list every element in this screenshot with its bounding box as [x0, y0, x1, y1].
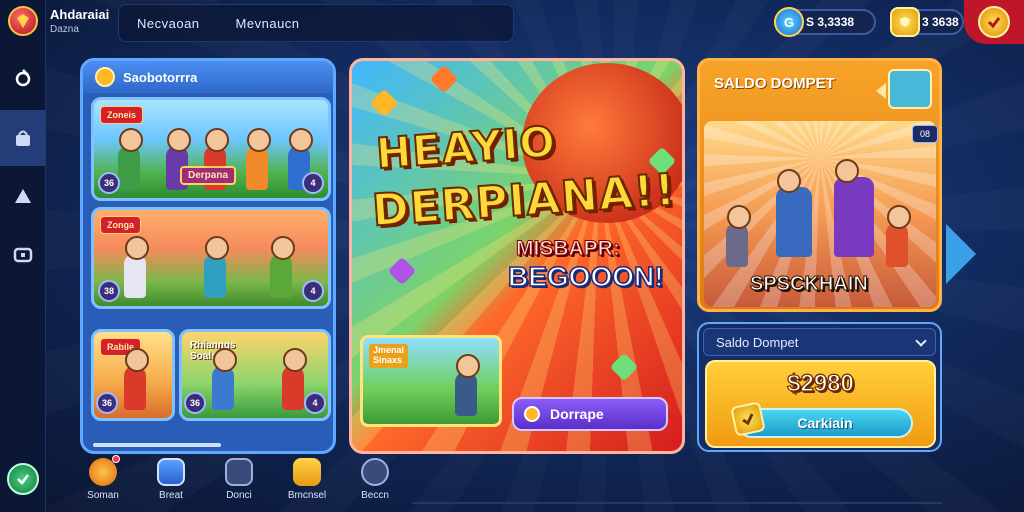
bottom-nav: Soman Breat Donci Bmcnsel Beccn — [76, 455, 402, 510]
notification-dot — [112, 455, 120, 463]
blue-coin-icon: G — [774, 7, 804, 37]
gold-shield-icon — [890, 7, 920, 37]
character-figure — [270, 236, 295, 298]
featured-title: SALDO DOMPET — [714, 75, 835, 92]
wallet-select[interactable]: Saldo Dompet — [703, 328, 936, 356]
card-tag: Zonga — [100, 216, 141, 234]
currency-gold-value: 3 3638 — [922, 15, 959, 29]
character-figure — [118, 128, 143, 190]
banner-cta-button[interactable]: Dorrape — [512, 397, 668, 431]
character-figure — [886, 205, 911, 267]
game-card-2[interactable]: Zonga 38 4 — [91, 207, 331, 309]
brand-title: Ahdaraiai — [50, 7, 110, 22]
character-figure — [282, 348, 307, 410]
card-badge-right: 4 — [302, 172, 324, 194]
mini-card-label: Jmenai Sinaxs — [369, 344, 409, 368]
game-card-4[interactable]: Rhianngs Soalsi 36 4 — [179, 329, 331, 421]
checkmark-icon[interactable] — [978, 6, 1010, 38]
brand-subtitle: Dazna — [50, 24, 79, 35]
currency-gems[interactable]: G S 3,3338 — [774, 7, 876, 37]
character-figure — [124, 348, 149, 410]
hat-icon[interactable] — [0, 168, 46, 224]
check-shield-icon — [730, 401, 766, 437]
check-badge-icon[interactable] — [7, 463, 39, 495]
gift-icon[interactable] — [0, 110, 46, 166]
card-badge-left: 38 — [98, 280, 120, 302]
bottom-nav-item-2[interactable]: Breat — [144, 458, 198, 510]
character-figure — [455, 354, 480, 416]
wallet-amount: $2980 — [787, 369, 855, 397]
banner-sub-line1: MISBAPR: — [516, 237, 621, 261]
wallet-balance-box: $2980 Carkiain — [705, 360, 936, 448]
wallet-button-label: Carkiain — [797, 415, 853, 431]
character-figure — [212, 348, 237, 410]
chest-icon[interactable] — [0, 226, 46, 282]
brand: Ahdaraiai Dazna — [50, 8, 109, 35]
card-label: Derpana — [180, 166, 237, 185]
featured-badge: 08 — [912, 125, 938, 143]
trophy-icon — [89, 455, 120, 486]
cart-icon — [225, 458, 253, 486]
top-nav: Necvaoan Mevnaucn — [118, 4, 514, 42]
character-figure — [726, 205, 751, 267]
bottom-nav-label: Donci — [226, 490, 252, 501]
game-lobby-screen: Ahdaraiai Dazna Necvaoan Mevnaucn G S 3,… — [0, 0, 1024, 512]
divider — [412, 502, 942, 504]
panel-scrollbar[interactable] — [93, 443, 221, 447]
game-list-panel: Saobotorrra Zoneis Derpana 36 4 Zonga 38… — [80, 58, 336, 454]
banner-mini-card[interactable]: Jmenai Sinaxs — [360, 335, 502, 427]
cta-label: Dorrape — [550, 406, 604, 422]
coin-icon — [95, 67, 115, 87]
profile-icon — [361, 458, 389, 486]
chevron-down-icon — [915, 335, 927, 347]
panel-title: Saobotorrra — [123, 69, 198, 85]
character-figure — [204, 236, 229, 298]
banner-sub-line2: BEGOOON! — [507, 260, 664, 293]
card-badge-left: 36 — [98, 172, 120, 194]
promo-banner[interactable]: HEAYIO DERPIANA!! MISBAPR: BEGOOON! Jmen… — [349, 58, 685, 454]
featured-label: SPSCKHAIN — [750, 273, 869, 296]
character-figure — [776, 169, 812, 257]
bottom-nav-item-5[interactable]: Beccn — [348, 458, 402, 510]
card-badge-left: 36 — [96, 392, 118, 414]
wallet-select-label: Saldo Dompet — [716, 334, 799, 350]
gem-icon — [524, 406, 540, 422]
bottom-nav-label: Breat — [159, 490, 183, 501]
nav-item-2[interactable]: Mevnaucn — [236, 16, 300, 31]
bottom-nav-label: Bmcnsel — [287, 490, 327, 501]
bag-icon — [293, 458, 321, 486]
currency-gems-value: S 3,3338 — [806, 15, 855, 29]
bottom-nav-label: Beccn — [361, 490, 389, 501]
card-tag: Zoneis — [100, 106, 144, 124]
arrow-left-icon[interactable] — [876, 83, 886, 99]
bottom-nav-item-1[interactable]: Soman — [76, 455, 130, 510]
wallet-panel: Saldo Dompet $2980 Carkiain — [697, 322, 942, 452]
phone-icon — [157, 458, 185, 486]
panel-header: Saobotorrra — [83, 61, 333, 93]
bottom-nav-item-4[interactable]: Bmcnsel — [280, 458, 334, 510]
card-badge-right: 4 — [302, 280, 324, 302]
character-figure — [124, 236, 149, 298]
bottom-nav-label: Soman — [87, 490, 119, 501]
card-badge-left: 36 — [184, 392, 206, 414]
sidebar — [0, 0, 46, 512]
nav-item-1[interactable]: Necvaoan — [137, 16, 200, 31]
currency-gold[interactable]: 3 3638 — [890, 7, 964, 37]
game-card-1[interactable]: Zoneis Derpana 36 4 — [91, 97, 331, 201]
game-logo-icon[interactable] — [8, 6, 38, 36]
home-icon[interactable] — [0, 50, 46, 106]
character-figure — [834, 159, 874, 257]
featured-card[interactable]: SALDO DOMPET 08 SPSCKHAIN — [697, 58, 942, 312]
character-figure — [246, 128, 271, 190]
bottom-nav-item-3[interactable]: Donci — [212, 458, 266, 510]
card-badge-right: 4 — [304, 392, 326, 414]
avatar[interactable] — [888, 69, 932, 109]
next-arrow-icon[interactable] — [946, 224, 976, 284]
game-card-3[interactable]: Rabile 36 — [91, 329, 175, 421]
